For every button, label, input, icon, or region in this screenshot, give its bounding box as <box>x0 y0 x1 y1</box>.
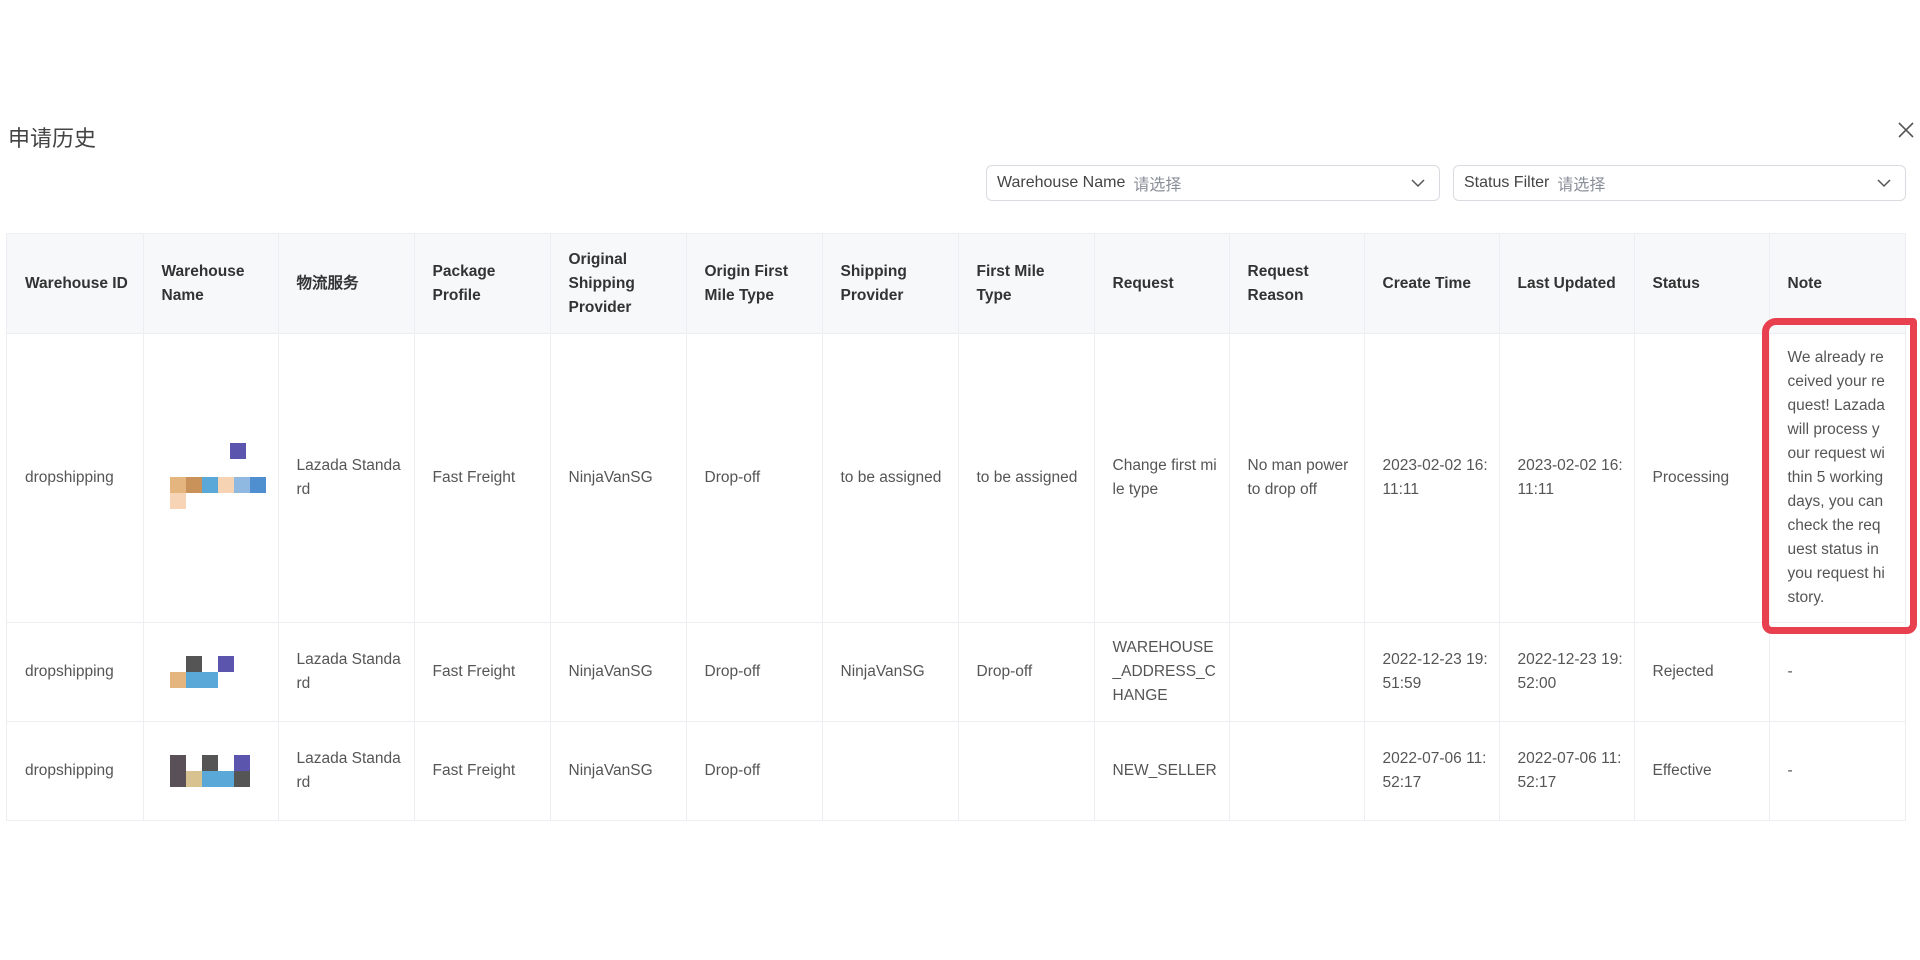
cell-status: Processing <box>1634 333 1770 623</box>
cell-last-updated: 2022-12-23 19:52:00 <box>1499 622 1635 722</box>
cell-request: WAREHOUSE_ADDRESS_CHANGE <box>1094 622 1230 722</box>
cell-original-shipping-provider: NinjaVanSG <box>550 333 687 623</box>
cell-create-time: 2023-02-02 16:11:11 <box>1364 333 1500 623</box>
header-origin-first-mile-type: Origin First Mile Type <box>686 234 823 334</box>
header-request: Request <box>1094 234 1230 334</box>
cell-origin-first-mile-type: Drop-off <box>686 333 823 623</box>
cell-create-time: 2022-07-06 11:52:17 <box>1364 721 1500 820</box>
cell-shipping-provider: NinjaVanSG <box>822 622 959 722</box>
cell-status: Effective <box>1634 721 1770 820</box>
cell-logistics-service: Lazada Standard <box>278 622 415 722</box>
cell-first-mile-type <box>958 721 1095 820</box>
cell-warehouse-name-blurred <box>143 622 279 722</box>
cell-logistics-service: Lazada Standard <box>278 721 415 820</box>
cell-origin-first-mile-type: Drop-off <box>686 721 823 820</box>
pixelated-warehouse-name <box>162 753 268 789</box>
cell-first-mile-type: Drop-off <box>958 622 1095 722</box>
cell-note: We already received your request! Lazada… <box>1769 333 1905 623</box>
table-row: dropshipping Lazada Standard Fast Freigh <box>7 721 1905 820</box>
cell-request: NEW_SELLER <box>1094 721 1230 820</box>
status-filter[interactable]: Status Filter 请选择 <box>1453 165 1906 201</box>
header-request-reason: Request Reason <box>1229 234 1365 334</box>
warehouse-name-filter[interactable]: Warehouse Name 请选择 <box>986 165 1440 201</box>
cell-package-profile: Fast Freight <box>414 333 551 623</box>
table-header-row: Warehouse ID Warehouse Name 物流服务 Package… <box>7 234 1905 334</box>
close-icon[interactable] <box>1894 118 1918 142</box>
cell-status: Rejected <box>1634 622 1770 722</box>
cell-last-updated: 2022-07-06 11:52:17 <box>1499 721 1635 820</box>
status-filter-label: Status Filter <box>1464 174 1550 191</box>
chevron-down-icon <box>1411 179 1425 188</box>
cell-first-mile-type: to be assigned <box>958 333 1095 623</box>
cell-package-profile: Fast Freight <box>414 721 551 820</box>
header-first-mile-type: First Mile Type <box>958 234 1095 334</box>
header-package-profile: Package Profile <box>414 234 551 334</box>
table-row: dropshipping Lazada Standard Fast Freigh… <box>7 622 1905 722</box>
header-last-updated: Last Updated <box>1499 234 1635 334</box>
header-logistics-service: 物流服务 <box>278 234 415 334</box>
warehouse-filter-label: Warehouse Name <box>997 174 1126 191</box>
table-row: dropshipping Lazada Standard Fast Freigh <box>7 333 1905 623</box>
cell-note: - <box>1769 622 1905 722</box>
request-history-table: Warehouse ID Warehouse Name 物流服务 Package… <box>6 233 1906 821</box>
cell-last-updated: 2023-02-02 16:11:11 <box>1499 333 1635 623</box>
cell-warehouse-id: dropshipping <box>7 721 144 820</box>
cell-shipping-provider <box>822 721 959 820</box>
header-status: Status <box>1634 234 1770 334</box>
header-warehouse-name: Warehouse Name <box>143 234 279 334</box>
header-shipping-provider: Shipping Provider <box>822 234 959 334</box>
cell-request-reason <box>1229 721 1365 820</box>
cell-shipping-provider: to be assigned <box>822 333 959 623</box>
header-note: Note <box>1769 234 1905 334</box>
pixelated-warehouse-name <box>162 654 268 690</box>
cell-warehouse-id: dropshipping <box>7 622 144 722</box>
cell-warehouse-id: dropshipping <box>7 333 144 623</box>
cell-request-reason <box>1229 622 1365 722</box>
cell-create-time: 2022-12-23 19:51:59 <box>1364 622 1500 722</box>
header-warehouse-id: Warehouse ID <box>7 234 144 334</box>
cell-original-shipping-provider: NinjaVanSG <box>550 721 687 820</box>
cell-logistics-service: Lazada Standard <box>278 333 415 623</box>
close-icon-svg <box>1898 122 1914 138</box>
cell-note: - <box>1769 721 1905 820</box>
cell-request: Change first mile type <box>1094 333 1230 623</box>
warehouse-filter-placeholder: 请选择 <box>1133 177 1182 194</box>
cell-warehouse-name-blurred <box>143 333 279 623</box>
status-filter-placeholder: 请选择 <box>1557 177 1606 194</box>
chevron-down-icon <box>1877 179 1891 188</box>
cell-origin-first-mile-type: Drop-off <box>686 622 823 722</box>
dialog-title: 申请历史 <box>8 127 97 152</box>
cell-original-shipping-provider: NinjaVanSG <box>550 622 687 722</box>
cell-package-profile: Fast Freight <box>414 622 551 722</box>
cell-warehouse-name-blurred <box>143 721 279 820</box>
header-create-time: Create Time <box>1364 234 1500 334</box>
cell-request-reason: No man power to drop off <box>1229 333 1365 623</box>
pixelated-warehouse-name <box>162 443 268 513</box>
header-original-shipping-provider: Original Shipping Provider <box>550 234 687 334</box>
